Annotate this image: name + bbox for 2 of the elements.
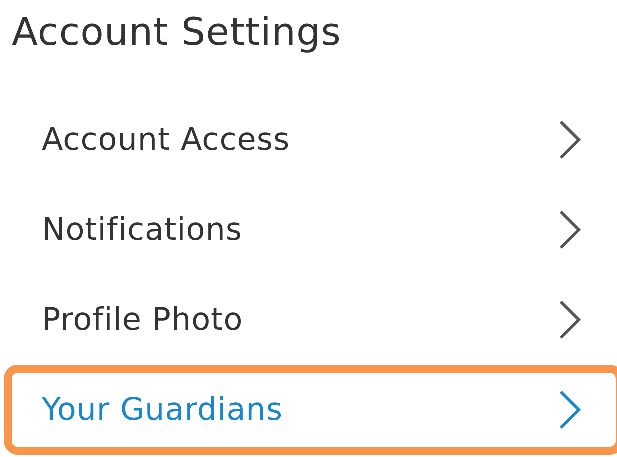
page-title: Account Settings xyxy=(12,10,342,54)
settings-item[interactable]: Your Guardians xyxy=(4,365,617,455)
